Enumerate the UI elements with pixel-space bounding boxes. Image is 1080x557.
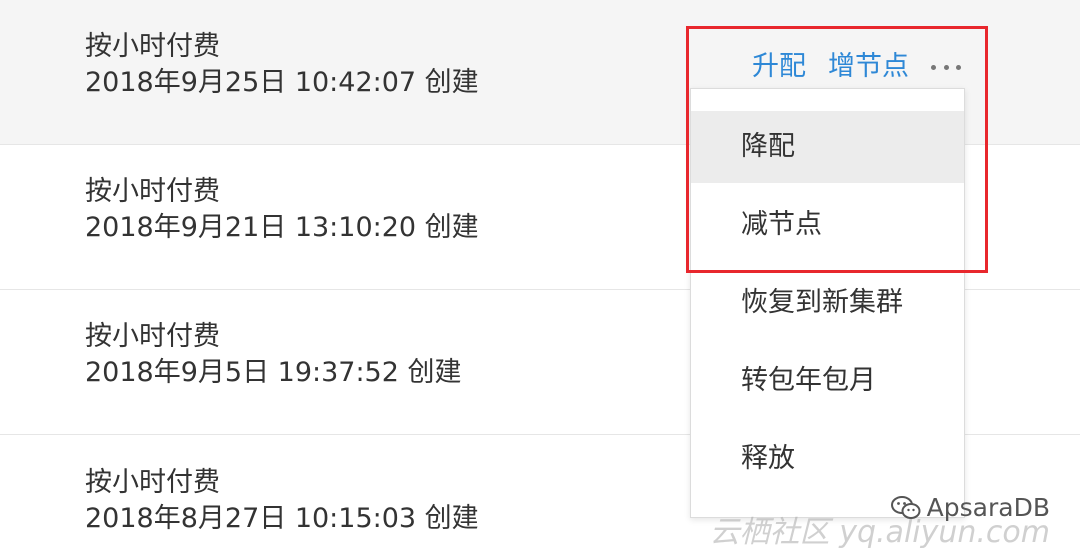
created-time: 2018年9月21日 13:10:20 创建 bbox=[85, 212, 479, 243]
menu-item-downgrade[interactable]: 降配 bbox=[691, 111, 964, 183]
more-horizontal-icon[interactable] bbox=[931, 50, 961, 84]
billing-type: 按小时付费 bbox=[85, 467, 220, 498]
created-time: 2018年9月5日 19:37:52 创建 bbox=[85, 357, 462, 388]
row-actions: 升配 增节点 bbox=[752, 50, 961, 84]
upgrade-link[interactable]: 升配 bbox=[752, 50, 806, 84]
add-node-link[interactable]: 增节点 bbox=[828, 50, 909, 84]
menu-item-restore-cluster[interactable]: 恢复到新集群 bbox=[691, 267, 964, 339]
billing-type: 按小时付费 bbox=[85, 321, 220, 352]
billing-type: 按小时付费 bbox=[85, 176, 220, 207]
menu-item-convert-subscription[interactable]: 转包年包月 bbox=[691, 345, 964, 417]
more-actions-dropdown: 降配 减节点 恢复到新集群 转包年包月 释放 bbox=[690, 88, 965, 518]
menu-item-remove-node[interactable]: 减节点 bbox=[691, 189, 964, 261]
instance-list-page: 按小时付费 2018年9月25日 10:42:07 创建 升配 增节点 按小时付… bbox=[0, 0, 1080, 557]
created-time: 2018年9月25日 10:42:07 创建 bbox=[85, 67, 479, 98]
menu-item-release[interactable]: 释放 bbox=[691, 423, 964, 495]
billing-type: 按小时付费 bbox=[85, 31, 220, 62]
created-time: 2018年8月27日 10:15:03 创建 bbox=[85, 503, 479, 534]
